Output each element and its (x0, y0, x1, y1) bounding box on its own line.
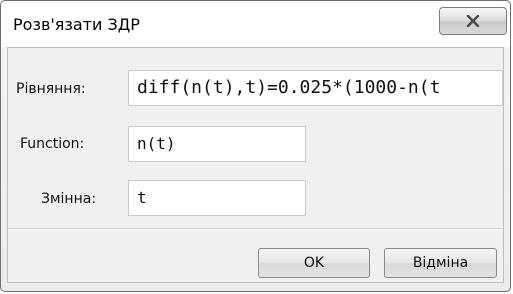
function-label: Function: (20, 136, 85, 152)
variable-input[interactable]: t (128, 180, 306, 216)
divider (8, 228, 503, 230)
equation-label: Рівняння: (16, 81, 86, 97)
variable-label: Змінна: (41, 191, 97, 207)
close-icon (466, 15, 480, 27)
ok-button[interactable]: OK (258, 248, 370, 278)
dialog-body: Рівняння: diff(n(t),t)=0.025*(1000-n(t F… (7, 47, 504, 283)
title-bar: Розв'язати ЗДР (1, 1, 510, 47)
dialog-window: Розв'язати ЗДР Рівняння: diff(n(t),t)=0.… (0, 0, 511, 292)
equation-input[interactable]: diff(n(t),t)=0.025*(1000-n(t (128, 70, 503, 106)
function-input[interactable]: n(t) (128, 126, 306, 162)
window-title: Розв'язати ЗДР (13, 15, 140, 34)
cancel-button[interactable]: Відміна (384, 248, 497, 278)
close-button[interactable] (439, 7, 507, 35)
